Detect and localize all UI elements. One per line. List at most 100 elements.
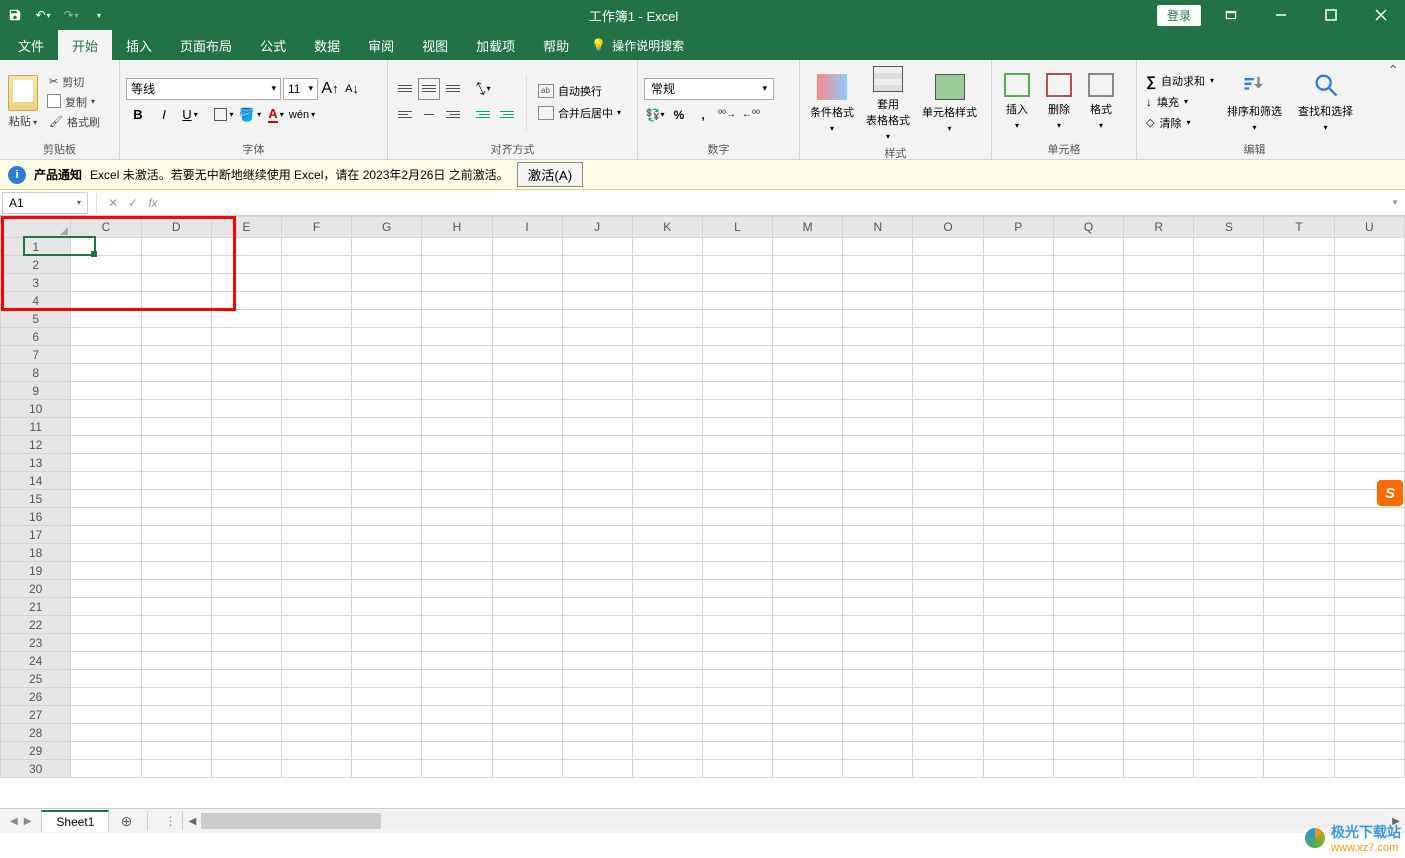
cell-P15[interactable]: [983, 490, 1053, 508]
cell-O22[interactable]: [913, 616, 983, 634]
cell-G14[interactable]: [352, 472, 422, 490]
cell-C29[interactable]: [71, 742, 141, 760]
row-header-22[interactable]: 22: [1, 616, 71, 634]
cell-K10[interactable]: [632, 400, 702, 418]
col-header-P[interactable]: P: [983, 217, 1053, 238]
cell-G30[interactable]: [352, 760, 422, 778]
cell-K12[interactable]: [632, 436, 702, 454]
cell-L8[interactable]: [702, 364, 772, 382]
cell-F3[interactable]: [281, 274, 351, 292]
row-header-8[interactable]: 8: [1, 364, 71, 382]
cell-K6[interactable]: [632, 328, 702, 346]
cell-U21[interactable]: [1334, 598, 1404, 616]
cell-I20[interactable]: [492, 580, 562, 598]
cell-E21[interactable]: [211, 598, 281, 616]
cell-U4[interactable]: [1334, 292, 1404, 310]
cell-E7[interactable]: [211, 346, 281, 364]
cell-N27[interactable]: [843, 706, 913, 724]
cell-J27[interactable]: [562, 706, 632, 724]
activate-button[interactable]: 激活(A): [517, 162, 583, 187]
cell-D6[interactable]: [141, 328, 211, 346]
cell-K2[interactable]: [632, 256, 702, 274]
cell-O2[interactable]: [913, 256, 983, 274]
cell-K1[interactable]: [632, 238, 702, 256]
cell-G2[interactable]: [352, 256, 422, 274]
cell-O30[interactable]: [913, 760, 983, 778]
increase-decimal-button[interactable]: ⁰⁰→: [716, 104, 738, 126]
cell-L7[interactable]: [702, 346, 772, 364]
col-header-T[interactable]: T: [1264, 217, 1334, 238]
cell-R20[interactable]: [1124, 580, 1194, 598]
cell-E22[interactable]: [211, 616, 281, 634]
cell-S17[interactable]: [1194, 526, 1264, 544]
cell-P8[interactable]: [983, 364, 1053, 382]
cell-C8[interactable]: [71, 364, 141, 382]
maximize-button[interactable]: [1311, 0, 1351, 30]
cell-U9[interactable]: [1334, 382, 1404, 400]
cell-M6[interactable]: [773, 328, 843, 346]
row-header-24[interactable]: 24: [1, 652, 71, 670]
cell-K16[interactable]: [632, 508, 702, 526]
cell-S1[interactable]: [1194, 238, 1264, 256]
font-color-button[interactable]: A▾: [264, 104, 288, 126]
cell-I11[interactable]: [492, 418, 562, 436]
cut-button[interactable]: ✂剪切: [46, 73, 103, 91]
cell-R13[interactable]: [1124, 454, 1194, 472]
cell-N26[interactable]: [843, 688, 913, 706]
col-header-N[interactable]: N: [843, 217, 913, 238]
cell-O20[interactable]: [913, 580, 983, 598]
cell-T29[interactable]: [1264, 742, 1334, 760]
cell-L9[interactable]: [702, 382, 772, 400]
cell-T7[interactable]: [1264, 346, 1334, 364]
cell-N1[interactable]: [843, 238, 913, 256]
cell-R7[interactable]: [1124, 346, 1194, 364]
cell-T22[interactable]: [1264, 616, 1334, 634]
row-header-19[interactable]: 19: [1, 562, 71, 580]
increase-font-button[interactable]: A↑: [320, 78, 340, 100]
cell-L26[interactable]: [702, 688, 772, 706]
row-header-27[interactable]: 27: [1, 706, 71, 724]
cell-T25[interactable]: [1264, 670, 1334, 688]
qat-customize[interactable]: ▾: [88, 4, 110, 26]
tab-文件[interactable]: 文件: [4, 30, 58, 60]
cell-L13[interactable]: [702, 454, 772, 472]
cell-F25[interactable]: [281, 670, 351, 688]
cell-U3[interactable]: [1334, 274, 1404, 292]
cell-S26[interactable]: [1194, 688, 1264, 706]
cell-U26[interactable]: [1334, 688, 1404, 706]
cell-F8[interactable]: [281, 364, 351, 382]
cell-E20[interactable]: [211, 580, 281, 598]
clear-button[interactable]: ◇清除▾: [1143, 114, 1217, 132]
cell-D23[interactable]: [141, 634, 211, 652]
fill-color-button[interactable]: 🪣▾: [238, 104, 262, 126]
cell-C13[interactable]: [71, 454, 141, 472]
font-size-combo[interactable]: 11▾: [283, 78, 318, 100]
cell-styles-button[interactable]: 单元格样式▾: [916, 72, 983, 135]
cell-Q27[interactable]: [1053, 706, 1123, 724]
cell-M5[interactable]: [773, 310, 843, 328]
cell-N7[interactable]: [843, 346, 913, 364]
cell-M25[interactable]: [773, 670, 843, 688]
cell-F4[interactable]: [281, 292, 351, 310]
cell-E19[interactable]: [211, 562, 281, 580]
cell-P7[interactable]: [983, 346, 1053, 364]
tell-me-search[interactable]: 💡操作说明搜索: [583, 30, 692, 60]
cell-H27[interactable]: [422, 706, 492, 724]
cell-D29[interactable]: [141, 742, 211, 760]
cell-I8[interactable]: [492, 364, 562, 382]
cell-F27[interactable]: [281, 706, 351, 724]
cell-O16[interactable]: [913, 508, 983, 526]
increase-indent-button[interactable]: [496, 104, 518, 126]
cell-K4[interactable]: [632, 292, 702, 310]
cell-L2[interactable]: [702, 256, 772, 274]
cell-P16[interactable]: [983, 508, 1053, 526]
cell-J30[interactable]: [562, 760, 632, 778]
cell-T2[interactable]: [1264, 256, 1334, 274]
cell-N15[interactable]: [843, 490, 913, 508]
cell-G27[interactable]: [352, 706, 422, 724]
cell-J19[interactable]: [562, 562, 632, 580]
cell-N21[interactable]: [843, 598, 913, 616]
cell-P3[interactable]: [983, 274, 1053, 292]
cell-C7[interactable]: [71, 346, 141, 364]
cell-R29[interactable]: [1124, 742, 1194, 760]
